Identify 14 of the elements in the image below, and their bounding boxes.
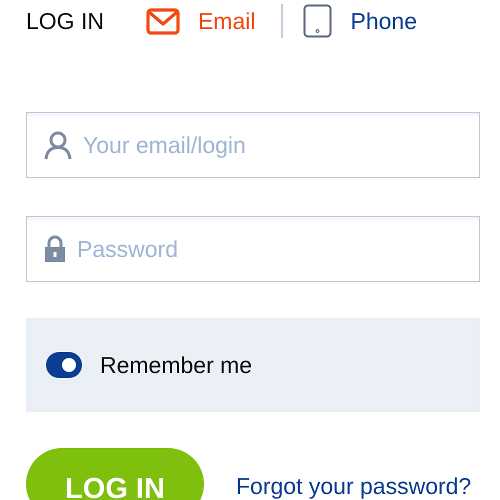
text-input[interactable]: Your email/login (83, 132, 423, 158)
login-method-tab[interactable]: Phone (303, 4, 417, 38)
phone-icon (303, 4, 332, 38)
login-method-tab[interactable]: Email (146, 8, 256, 34)
input-field[interactable]: Password (26, 216, 480, 282)
remember-label: Remember me (100, 352, 252, 378)
remember-toggle[interactable] (46, 352, 82, 378)
forgot-password-link[interactable]: Forgot your password? (236, 472, 472, 500)
user-icon (43, 130, 73, 160)
envelope-icon (146, 8, 180, 34)
lock-icon (43, 235, 67, 263)
text-input[interactable]: Password (77, 236, 417, 262)
input-field[interactable]: Your email/login (26, 112, 480, 178)
login-title: LOG IN (26, 8, 104, 34)
